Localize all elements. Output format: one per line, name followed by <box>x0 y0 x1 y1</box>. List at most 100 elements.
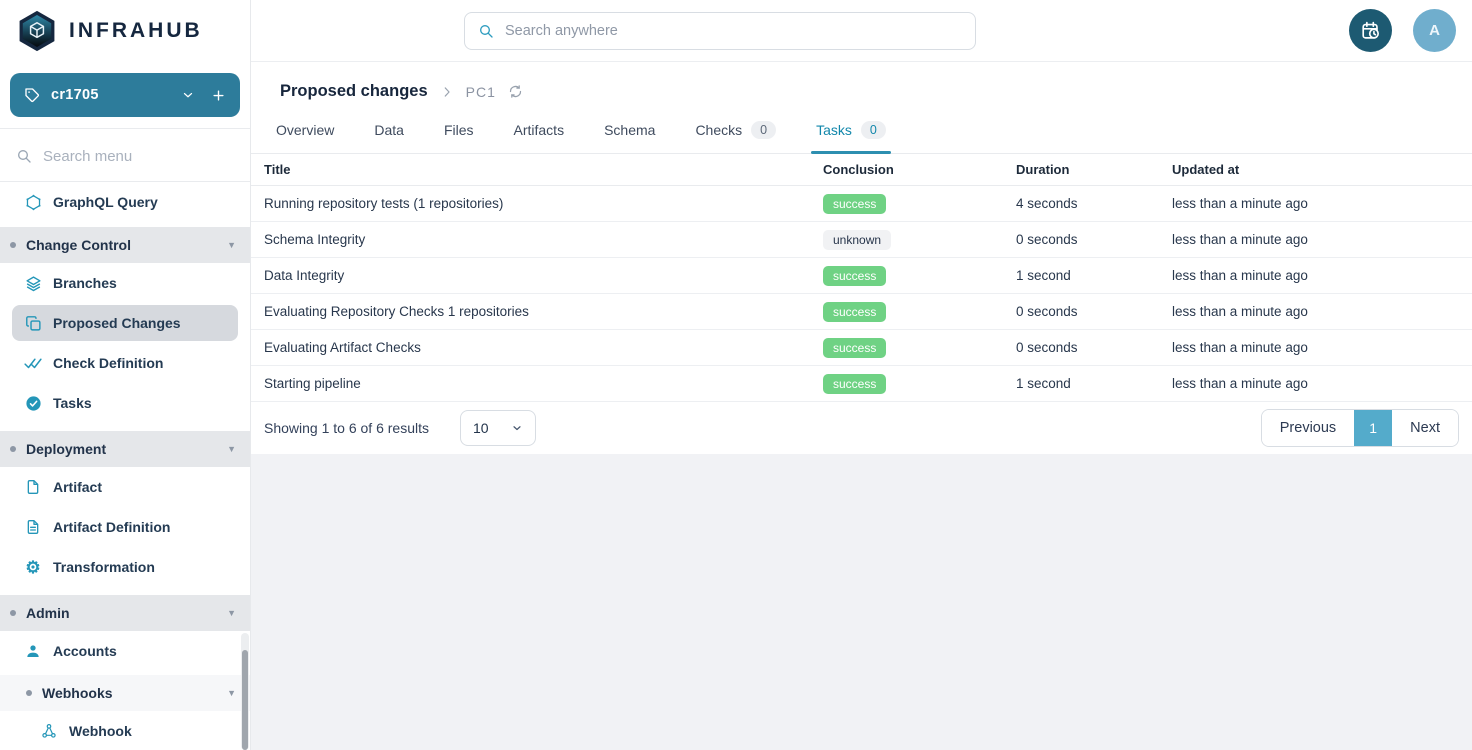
sidebar-item-check-definition[interactable]: Check Definition <box>0 343 250 383</box>
tab-tasks[interactable]: Tasks 0 <box>816 107 886 153</box>
page-size-select[interactable]: 10 <box>460 410 536 446</box>
sidebar-search[interactable] <box>16 139 234 173</box>
group-bullet-icon <box>10 242 16 248</box>
task-updated: less than a minute ago <box>1172 340 1472 355</box>
tab-data[interactable]: Data <box>374 107 404 153</box>
task-duration: 1 second <box>1016 376 1172 391</box>
infrahub-hexagon-logo-icon <box>15 9 59 53</box>
sidebar-group-change-control[interactable]: Change Control ▼ <box>0 227 250 263</box>
column-header-conclusion: Conclusion <box>823 162 1016 177</box>
pager: Previous 1 Next <box>1261 409 1459 447</box>
table-row[interactable]: Data Integrity success 1 second less tha… <box>251 258 1472 294</box>
schedule-button[interactable] <box>1349 9 1392 52</box>
group-bullet-icon <box>10 446 16 452</box>
breadcrumb: Proposed changes PC1 <box>251 62 1472 101</box>
task-updated: less than a minute ago <box>1172 232 1472 247</box>
status-badge: unknown <box>823 230 891 250</box>
sidebar-group-admin[interactable]: Admin ▼ <box>0 595 250 631</box>
task-title: Evaluating Artifact Checks <box>264 340 823 355</box>
table-row[interactable]: Starting pipeline success 1 second less … <box>251 366 1472 402</box>
empty-content-area <box>251 454 1472 750</box>
sidebar-group-label: Admin <box>26 605 70 621</box>
status-badge: success <box>823 374 886 394</box>
proposed-changes-copy-icon <box>24 315 42 332</box>
tab-count-badge: 0 <box>861 121 886 139</box>
gear-icon: ⚙ <box>24 559 42 576</box>
chevron-down-icon: ▼ <box>227 444 236 454</box>
table-row[interactable]: Running repository tests (1 repositories… <box>251 186 1472 222</box>
sidebar-item-artifact[interactable]: Artifact <box>0 467 250 507</box>
add-branch-button[interactable] <box>211 88 226 103</box>
next-page-button[interactable]: Next <box>1392 410 1458 446</box>
person-icon <box>24 643 42 659</box>
sidebar-item-branches[interactable]: Branches <box>0 263 250 303</box>
sidebar-group-webhooks[interactable]: Webhooks ▼ <box>0 675 250 711</box>
sidebar-item-accounts[interactable]: Accounts <box>0 631 250 671</box>
pagination: Showing 1 to 6 of 6 results 10 Previous … <box>251 402 1472 454</box>
chevron-down-icon: ▼ <box>227 688 236 698</box>
task-duration: 0 seconds <box>1016 304 1172 319</box>
sidebar-group-deployment[interactable]: Deployment ▼ <box>0 431 250 467</box>
global-search-input[interactable] <box>505 23 962 39</box>
chevron-down-icon: ▼ <box>227 240 236 250</box>
table-row[interactable]: Schema Integrity unknown 0 seconds less … <box>251 222 1472 258</box>
tab-overview[interactable]: Overview <box>276 107 334 153</box>
sidebar-scrollbar-thumb[interactable] <box>242 650 248 750</box>
status-badge: success <box>823 338 886 358</box>
calendar-clock-icon <box>1360 20 1382 42</box>
task-duration: 4 seconds <box>1016 196 1172 211</box>
task-duration: 1 second <box>1016 268 1172 283</box>
page-size-value: 10 <box>473 420 489 436</box>
brand-name: INFRAHUB <box>69 19 203 43</box>
tab-checks[interactable]: Checks 0 <box>695 107 776 153</box>
results-summary: Showing 1 to 6 of 6 results <box>264 420 429 436</box>
chevron-down-icon <box>511 422 523 434</box>
sidebar-item-label: Accounts <box>53 643 117 659</box>
refresh-icon[interactable] <box>508 84 523 99</box>
global-search[interactable] <box>464 12 976 50</box>
column-header-updated-at: Updated at <box>1172 162 1472 177</box>
previous-page-button[interactable]: Previous <box>1262 410 1354 446</box>
sidebar-item-label: Artifact <box>53 479 102 495</box>
search-icon <box>478 23 494 39</box>
tab-artifacts[interactable]: Artifacts <box>514 107 565 153</box>
sidebar-item-label: Webhook <box>69 723 132 739</box>
sidebar-item-transformation[interactable]: ⚙ Transformation <box>0 547 250 587</box>
webhook-icon <box>40 723 58 739</box>
group-bullet-icon <box>10 610 16 616</box>
branch-selector[interactable]: cr1705 <box>10 73 240 117</box>
task-duration: 0 seconds <box>1016 232 1172 247</box>
task-updated: less than a minute ago <box>1172 304 1472 319</box>
branch-chevron-down-icon[interactable] <box>181 88 195 102</box>
tab-files[interactable]: Files <box>444 107 474 153</box>
user-avatar[interactable]: A <box>1413 9 1456 52</box>
task-title: Data Integrity <box>264 268 823 283</box>
sidebar-item-artifact-definition[interactable]: Artifact Definition <box>0 507 250 547</box>
status-badge: success <box>823 194 886 214</box>
sidebar: INFRAHUB cr1705 <box>0 0 251 750</box>
tab-schema[interactable]: Schema <box>604 107 655 153</box>
sidebar-group-label: Deployment <box>26 441 106 457</box>
task-duration: 0 seconds <box>1016 340 1172 355</box>
sidebar-item-webhook[interactable]: Webhook <box>0 711 250 750</box>
sidebar-group-label: Change Control <box>26 237 131 253</box>
sidebar-item-tasks[interactable]: Tasks <box>0 383 250 423</box>
table-row[interactable]: Evaluating Artifact Checks success 0 sec… <box>251 330 1472 366</box>
topbar-actions: A <box>1349 9 1456 52</box>
task-updated: less than a minute ago <box>1172 196 1472 211</box>
brand-logo[interactable]: INFRAHUB <box>0 0 250 53</box>
tab-count-badge: 0 <box>751 121 776 139</box>
branches-layers-icon <box>24 275 42 292</box>
table-row[interactable]: Evaluating Repository Checks 1 repositor… <box>251 294 1472 330</box>
sidebar-item-label: Branches <box>53 275 117 291</box>
task-title: Starting pipeline <box>264 376 823 391</box>
sidebar-item-graphql-query[interactable]: GraphQL Query <box>0 182 250 222</box>
current-page-button[interactable]: 1 <box>1354 410 1392 446</box>
status-badge: success <box>823 302 886 322</box>
sidebar-search-input[interactable] <box>43 148 234 165</box>
chevron-right-icon <box>440 85 454 99</box>
sidebar-item-label: Proposed Changes <box>53 315 181 331</box>
sidebar-item-label: Check Definition <box>53 355 163 371</box>
sidebar-item-proposed-changes[interactable]: Proposed Changes <box>0 303 250 343</box>
tab-bar: Overview Data Files Artifacts Schema Che… <box>251 107 1472 154</box>
